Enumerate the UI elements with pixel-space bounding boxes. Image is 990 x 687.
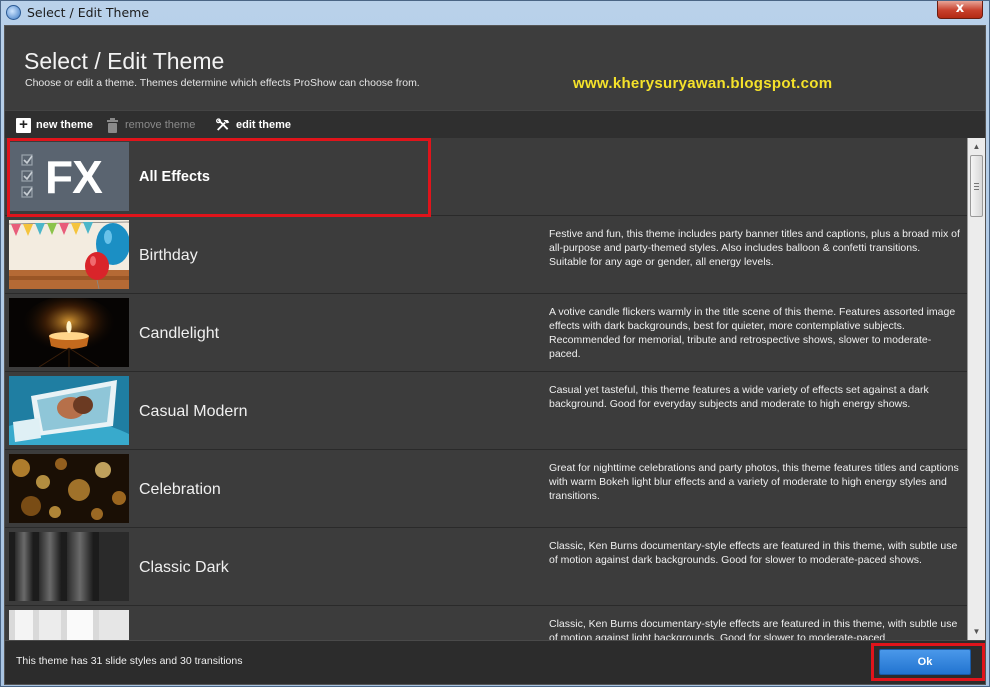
theme-description: Classic, Ken Burns documentary-style eff… [549, 618, 958, 640]
theme-name: All Effects [139, 169, 210, 185]
theme-row-classic-dark[interactable]: Classic Dark Classic, Ken Burns document… [5, 528, 967, 606]
theme-row-candlelight[interactable]: Candlelight A votive candle flickers war… [5, 294, 967, 372]
list-scrollbar[interactable]: ▲ ▼ [967, 138, 985, 640]
edit-theme-label: edit theme [236, 119, 292, 131]
plus-icon: + [16, 117, 31, 133]
theme-name: Classic Dark [139, 559, 229, 576]
theme-name: Candlelight [139, 325, 220, 342]
tools-icon [216, 118, 231, 133]
page-subtitle: Choose or edit a theme. Themes determine… [25, 77, 420, 89]
new-theme-label: new theme [36, 119, 93, 131]
casual-modern-thumbnail [9, 376, 129, 445]
close-button[interactable]: x [937, 1, 983, 19]
fx-text: FX [45, 151, 103, 203]
theme-description: Classic, Ken Burns documentary-style eff… [549, 540, 958, 566]
status-text: This theme has 31 slide styles and 30 tr… [16, 655, 243, 667]
theme-name: Celebration [139, 481, 221, 498]
ok-button[interactable]: Ok [879, 649, 971, 675]
classic-dark-thumbnail [9, 532, 129, 601]
theme-description: Casual yet tasteful, this theme features… [549, 384, 929, 410]
dialog-content: Select / Edit Theme Choose or edit a the… [4, 25, 986, 685]
theme-name: Casual Modern [139, 403, 248, 420]
theme-description: A votive candle flickers warmly in the t… [549, 306, 956, 360]
theme-row-birthday[interactable]: Birthday Festive and fun, this theme inc… [5, 216, 967, 294]
window-title: Select / Edit Theme [27, 5, 150, 20]
theme-row-all-effects[interactable]: FX All Effects [5, 138, 967, 216]
classic-light-thumbnail [9, 610, 129, 640]
birthday-thumbnail [9, 220, 129, 289]
theme-description: Festive and fun, this theme includes par… [549, 228, 960, 268]
remove-theme-button[interactable]: remove theme [105, 116, 195, 134]
watermark-text: www.kherysuryawan.blogspot.com [573, 75, 833, 92]
scroll-thumb[interactable] [970, 155, 983, 217]
candlelight-thumbnail [9, 298, 129, 367]
scroll-down-icon[interactable]: ▼ [968, 623, 985, 640]
dialog-window: Select / Edit Theme x Select / Edit Them… [0, 0, 990, 687]
header: Select / Edit Theme Choose or edit a the… [5, 26, 985, 110]
title-bar: Select / Edit Theme x [1, 1, 989, 25]
footer: This theme has 31 slide styles and 30 tr… [5, 640, 985, 684]
new-theme-button[interactable]: + new theme [16, 116, 93, 134]
theme-row-classic-light[interactable]: Classic, Ken Burns documentary-style eff… [5, 606, 967, 640]
theme-name: Birthday [139, 247, 198, 264]
app-icon [6, 5, 21, 20]
celebration-thumbnail [9, 454, 129, 523]
theme-list: FX All Effects Birthday Festive and fun,… [5, 138, 967, 640]
page-title: Select / Edit Theme [24, 48, 225, 74]
theme-row-celebration[interactable]: Celebration Great for nighttime celebrat… [5, 450, 967, 528]
remove-theme-label: remove theme [125, 119, 196, 131]
fx-icon: FX [9, 142, 129, 211]
theme-description: Great for nighttime celebrations and par… [549, 462, 959, 502]
scroll-up-icon[interactable]: ▲ [968, 138, 985, 155]
toolbar: + new theme remove theme edit theme [5, 110, 985, 138]
theme-row-casual-modern[interactable]: Casual Modern Casual yet tasteful, this … [5, 372, 967, 450]
edit-theme-button[interactable]: edit theme [216, 116, 291, 134]
trash-icon [105, 117, 120, 133]
